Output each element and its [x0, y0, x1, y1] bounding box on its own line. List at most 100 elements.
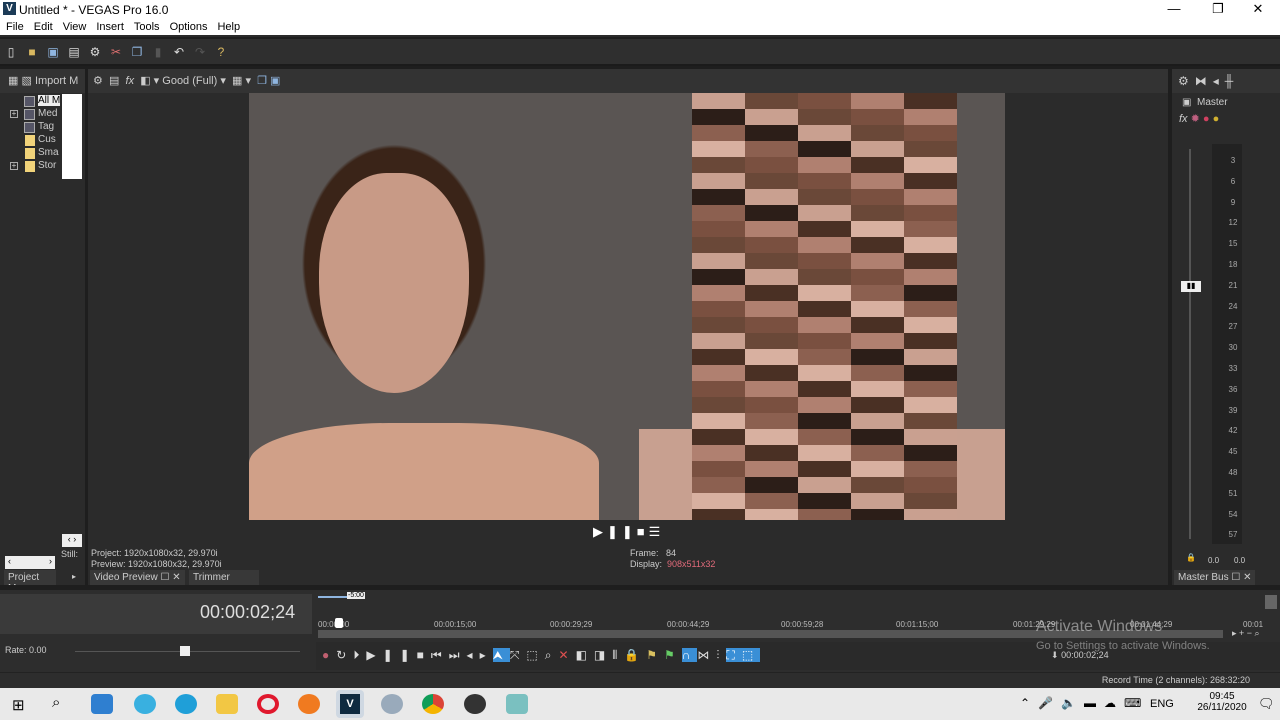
tab-video-preview[interactable]: Video Preview ☐ ✕	[90, 570, 185, 585]
menu-edit[interactable]: Edit	[28, 19, 57, 33]
tree-item[interactable]: + Stor	[0, 160, 62, 173]
menu-insert[interactable]: Insert	[90, 19, 128, 33]
language-indicator[interactable]: ENG	[1150, 698, 1174, 710]
trim-start-icon[interactable]: ◨	[594, 648, 612, 662]
zoom-controls[interactable]: ▸ + − ⌕	[1232, 628, 1260, 639]
tree-item[interactable]: Tag	[0, 121, 62, 134]
normal-edit-tool-icon[interactable]: ⮝	[492, 648, 510, 662]
import-media-button[interactable]: Import M	[35, 75, 78, 87]
tab-trimmer[interactable]: Trimmer	[189, 570, 259, 585]
selection-tool-icon[interactable]: ⬚	[526, 648, 544, 662]
fx-icon[interactable]: fx	[1179, 113, 1188, 125]
lock-envelopes-icon[interactable]: ⛶	[726, 648, 742, 662]
prev-frame-icon[interactable]: ◂	[467, 648, 480, 662]
record-icon[interactable]: ●	[322, 648, 336, 662]
tree-item[interactable]: Sma	[0, 147, 62, 160]
media-list[interactable]	[62, 94, 82, 179]
help-icon[interactable]: ?	[214, 45, 228, 59]
loop-icon[interactable]: ↻	[336, 648, 353, 662]
copy-snapshot-icon[interactable]: ❐	[257, 75, 267, 87]
taskbar-app-icon[interactable]	[91, 694, 113, 714]
tab-master-bus[interactable]: Master Bus ☐ ✕	[1174, 570, 1256, 585]
app-icon[interactable]	[506, 694, 528, 714]
pause-icon[interactable]: ❚❚	[607, 524, 637, 539]
notifications-icon[interactable]: 🗨	[1258, 696, 1275, 712]
redo-icon[interactable]: ↷	[193, 45, 207, 59]
tree-item[interactable]: Cus	[0, 134, 62, 147]
obs-icon[interactable]	[464, 694, 486, 714]
file-explorer-icon[interactable]	[216, 694, 238, 714]
menu-file[interactable]: File	[0, 19, 28, 33]
volume-fader-track[interactable]	[1189, 149, 1191, 539]
minimize-button[interactable]: —	[1152, 1, 1196, 18]
ripple-edit-icon[interactable]: ⫶	[716, 648, 726, 662]
ignore-grouping-icon[interactable]: ⬚	[741, 648, 761, 662]
menu-view[interactable]: View	[57, 19, 91, 33]
lock-icon[interactable]: 🔒	[1186, 553, 1196, 562]
track-list-toggle[interactable]	[1265, 595, 1277, 609]
marker-icon[interactable]: ⚑	[646, 648, 664, 662]
tree-item[interactable]: + Med	[0, 108, 62, 121]
split-icon[interactable]: ⫴	[612, 648, 624, 662]
save-snapshot-icon[interactable]: ▣	[270, 75, 280, 87]
import-media-icon[interactable]: ▧	[21, 75, 31, 87]
volume-fader-handle[interactable]: ▮▮	[1181, 281, 1201, 292]
horizontal-scrollbar[interactable]: ‹ ›	[5, 556, 55, 569]
go-to-start-icon[interactable]: ⏮	[431, 648, 449, 662]
edge-icon[interactable]	[175, 694, 197, 714]
menu-help[interactable]: Help	[211, 19, 244, 33]
fx-icon[interactable]: fx	[126, 75, 135, 87]
play-icon[interactable]: ▶	[593, 524, 607, 539]
menu-tools[interactable]: Tools	[128, 19, 164, 33]
loop-region[interactable]	[318, 596, 348, 598]
undo-icon[interactable]: ↶	[172, 45, 186, 59]
stop-icon[interactable]: ■	[417, 648, 431, 662]
pause-icon[interactable]: ❚❚	[383, 648, 417, 662]
save-as-icon[interactable]: ▤	[67, 45, 81, 59]
copy-icon[interactable]: ❐	[130, 45, 144, 59]
tab-overflow-icon[interactable]: ▸	[72, 572, 76, 581]
dim-icon[interactable]: ◂	[1213, 74, 1225, 88]
go-to-end-icon[interactable]: ⏭	[449, 648, 467, 662]
search-icon[interactable]: ⌕	[52, 694, 60, 711]
playhead[interactable]	[335, 618, 343, 628]
chrome-icon[interactable]	[422, 694, 444, 714]
effect-icon[interactable]: ✹	[1191, 113, 1200, 125]
close-button[interactable]: ✕	[1236, 1, 1280, 18]
downmix-icon[interactable]: ⧓	[1195, 74, 1213, 88]
nav-arrows-button[interactable]: ‹ ›	[62, 534, 82, 547]
preview-properties-icon[interactable]: ⚙	[93, 75, 103, 87]
cut-icon[interactable]: ✂	[109, 45, 123, 59]
stop-icon[interactable]: ■	[637, 524, 649, 539]
maximize-button[interactable]: ❐	[1196, 1, 1240, 18]
firefox-icon[interactable]	[298, 694, 320, 714]
opera-icon[interactable]	[257, 694, 279, 714]
paste-icon[interactable]: ▮	[151, 45, 165, 59]
split-screen-icon[interactable]: ◧ ▾	[140, 75, 159, 87]
play-from-start-icon[interactable]: ⏵	[353, 648, 366, 662]
device-icon[interactable]: ▤	[109, 75, 119, 87]
mixer-faders-icon[interactable]: ╫	[1225, 74, 1240, 88]
properties-icon[interactable]: ⚙	[88, 45, 102, 59]
envelope-tool-icon[interactable]: ⤧	[510, 648, 527, 662]
snapping-icon[interactable]: ∩	[681, 648, 698, 662]
lock-icon[interactable]: 🔒	[624, 648, 646, 662]
auto-crossfade-icon[interactable]: ⋈	[697, 648, 716, 662]
views-icon[interactable]: ▦	[8, 75, 18, 87]
overlays-icon[interactable]: ▦ ▾	[232, 75, 251, 87]
zoom-tool-icon[interactable]: ⌕	[545, 648, 559, 662]
noise-icon[interactable]: ●	[1203, 113, 1210, 125]
tab-project-media[interactable]: Project Me	[4, 570, 56, 585]
clock[interactable]: 09:45 26/11/2020	[1190, 691, 1254, 713]
region-icon[interactable]: ⚑	[664, 648, 682, 662]
menu-icon[interactable]: ☰	[649, 524, 665, 539]
new-icon[interactable]: ▯	[4, 45, 18, 59]
rate-slider-handle[interactable]	[180, 646, 190, 656]
master-toggle-icon[interactable]: ▣	[1182, 97, 1191, 108]
delete-icon[interactable]: ✕	[559, 648, 576, 662]
save-icon[interactable]: ▣	[46, 45, 60, 59]
solo-icon[interactable]: ●	[1213, 113, 1220, 125]
open-icon[interactable]: ■	[25, 45, 39, 59]
mixer-settings-icon[interactable]: ⚙	[1178, 74, 1195, 88]
tree-item[interactable]: All M	[0, 95, 62, 108]
